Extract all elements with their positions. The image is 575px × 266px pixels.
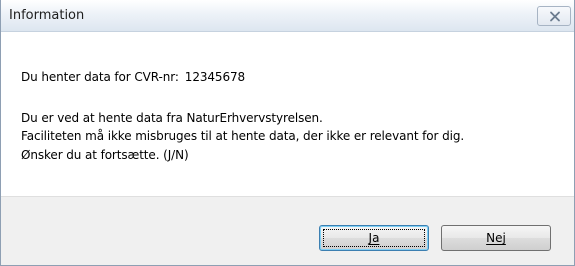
close-button[interactable] [537,6,571,26]
message-area: Du henter data for CVR-nr: 12345678 Du er… [1,32,574,196]
cvr-line: Du henter data for CVR-nr: 12345678 [21,70,245,84]
close-icon [550,11,560,22]
warning-text: Faciliteten må ikke misbruges til at hen… [21,129,465,143]
no-button[interactable]: Nej [441,225,551,251]
title-bar[interactable]: Information [1,0,574,32]
no-button-label: Nej [486,231,506,245]
button-bar: Ja Nej [1,196,574,265]
yes-button-label: Ja [368,231,380,245]
question-text: Ønsker du at fortsætte. (J/N) [21,148,189,162]
yes-button[interactable]: Ja [319,225,429,251]
source-text: Du er ved at hente data fra NaturErhverv… [21,111,323,125]
window-title: Information [9,8,85,23]
information-dialog: Information Du henter data for CVR-nr: 12… [0,0,575,266]
cvr-label: Du henter data for CVR-nr: [21,70,179,84]
cvr-value: 12345678 [184,70,246,84]
